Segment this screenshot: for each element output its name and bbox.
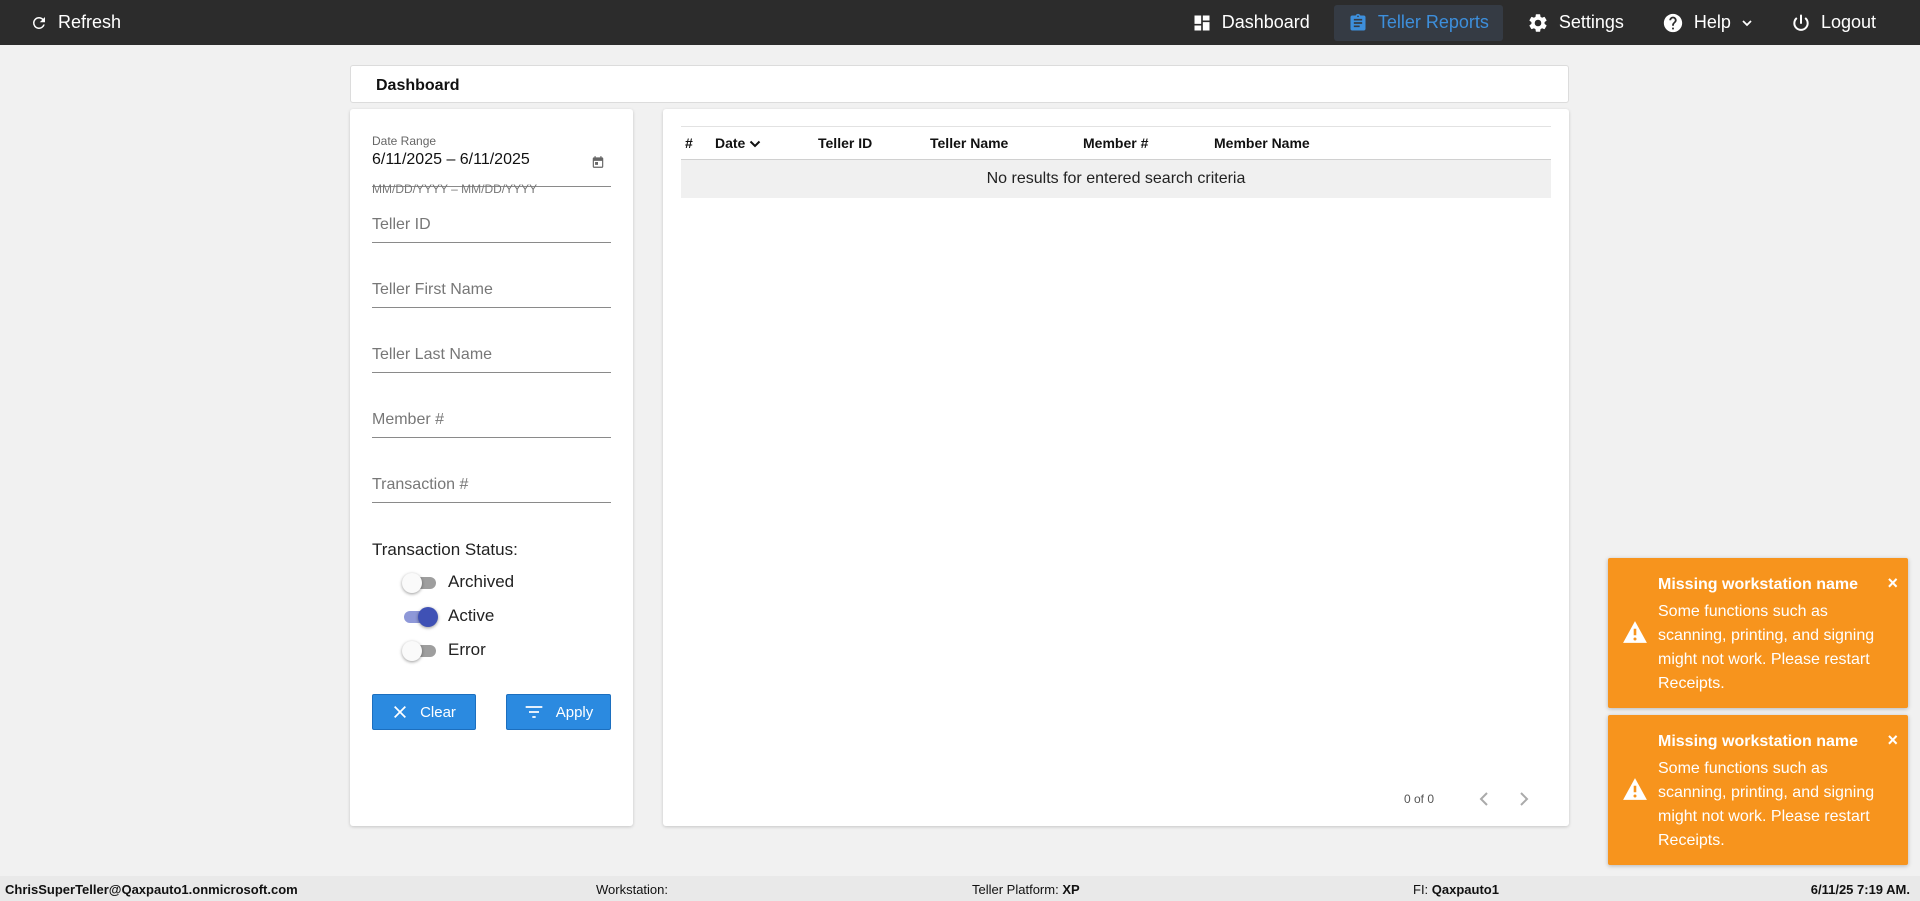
toast-close-button[interactable]: × bbox=[1887, 574, 1898, 592]
archived-toggle[interactable] bbox=[402, 571, 436, 593]
warning-icon bbox=[1622, 777, 1648, 806]
apply-button[interactable]: Apply bbox=[506, 694, 611, 730]
pager-text: 0 of 0 bbox=[1403, 792, 1434, 806]
member-number-input[interactable]: Member # bbox=[372, 411, 611, 438]
chevron-down-icon bbox=[1742, 19, 1752, 26]
nav-teller-reports[interactable]: Teller Reports bbox=[1333, 4, 1503, 41]
filter-panel: Date Range 6/11/2025 – 6/11/2025 MM/DD/Y… bbox=[350, 109, 633, 826]
warning-icon bbox=[1622, 620, 1648, 649]
toast-missing-workstation: Missing workstation name Some functions … bbox=[1608, 715, 1908, 865]
refresh-button[interactable]: Refresh bbox=[30, 0, 121, 45]
clear-label: Clear bbox=[420, 703, 456, 721]
power-icon bbox=[1793, 14, 1809, 31]
date-format-hint: MM/DD/YYYY – MM/DD/YYYY bbox=[372, 182, 538, 196]
chevron-right-icon bbox=[1520, 792, 1529, 806]
column-header-member-name[interactable]: Member Name bbox=[1214, 127, 1310, 159]
nav-help-label: Help bbox=[1693, 12, 1731, 32]
footer-user: ChrisSuperTeller@Qaxpauto1.onmicrosoft.c… bbox=[5, 882, 298, 897]
table-header: # Date Teller ID Teller Name Member # Me… bbox=[681, 126, 1551, 160]
status-footer: ChrisSuperTeller@Qaxpauto1.onmicrosoft.c… bbox=[0, 876, 1920, 901]
refresh-label: Refresh bbox=[58, 12, 122, 32]
toast-message: Some functions such as scanning, printin… bbox=[1658, 603, 1875, 692]
top-bar: Refresh Dashboard Teller Reports Setting… bbox=[0, 0, 1920, 45]
transaction-number-input[interactable]: Transaction # bbox=[372, 476, 611, 503]
transaction-status-label: Transaction Status: bbox=[372, 540, 518, 559]
footer-teller-platform: Teller Platform: XP bbox=[972, 882, 1080, 897]
footer-fi: FI: Qaxpauto1 bbox=[1413, 882, 1499, 897]
transaction-number-placeholder: Transaction # bbox=[372, 476, 469, 493]
footer-workstation: Workstation: bbox=[596, 882, 669, 897]
teller-id-placeholder: Teller ID bbox=[372, 216, 431, 233]
status-archived-row: Archived bbox=[402, 571, 514, 593]
error-label: Error bbox=[448, 640, 486, 659]
toast-message: Some functions such as scanning, printin… bbox=[1658, 760, 1875, 849]
main-nav: Dashboard Teller Reports Settings Help L… bbox=[1168, 0, 1890, 45]
column-header-teller-name[interactable]: Teller Name bbox=[930, 127, 1008, 159]
nav-help[interactable]: Help bbox=[1648, 5, 1767, 41]
status-error-row: Error bbox=[402, 639, 486, 661]
nav-teller-reports-label: Teller Reports bbox=[1377, 12, 1489, 32]
nav-settings[interactable]: Settings bbox=[1513, 5, 1638, 41]
active-toggle[interactable] bbox=[402, 605, 438, 627]
column-header-date[interactable]: Date bbox=[715, 127, 761, 159]
next-page-button[interactable] bbox=[1511, 786, 1537, 812]
status-active-row: Active bbox=[402, 605, 494, 627]
nav-logout-label: Logout bbox=[1820, 12, 1876, 32]
column-header-teller-id[interactable]: Teller ID bbox=[818, 127, 872, 159]
error-toggle[interactable] bbox=[402, 639, 436, 661]
teller-last-name-input[interactable]: Teller Last Name bbox=[372, 346, 611, 373]
nav-dashboard[interactable]: Dashboard bbox=[1178, 5, 1324, 41]
toast-title: Missing workstation name bbox=[1658, 576, 1859, 593]
nav-dashboard-label: Dashboard bbox=[1221, 12, 1310, 32]
toast-title: Missing workstation name bbox=[1658, 733, 1859, 750]
column-header-number[interactable]: # bbox=[685, 127, 693, 159]
sort-desc-icon bbox=[749, 128, 761, 160]
empty-results-message: No results for entered search criteria bbox=[681, 160, 1551, 198]
page-header: Dashboard bbox=[350, 65, 1569, 103]
active-label: Active bbox=[448, 606, 495, 625]
toast-missing-workstation: Missing workstation name Some functions … bbox=[1608, 558, 1908, 708]
teller-last-name-placeholder: Teller Last Name bbox=[372, 346, 493, 363]
date-range-label: Date Range bbox=[372, 134, 437, 148]
dashboard-icon bbox=[1194, 15, 1210, 30]
nav-settings-label: Settings bbox=[1558, 12, 1624, 32]
date-range-value[interactable]: 6/11/2025 – 6/11/2025 bbox=[372, 151, 530, 169]
page-title: Dashboard bbox=[376, 77, 460, 94]
clipboard-icon bbox=[1350, 13, 1366, 31]
teller-first-name-placeholder: Teller First Name bbox=[372, 281, 493, 298]
calendar-icon[interactable] bbox=[591, 155, 605, 174]
gear-icon bbox=[1529, 13, 1547, 32]
teller-id-input[interactable]: Teller ID bbox=[372, 216, 611, 243]
close-icon bbox=[394, 706, 407, 718]
toast-close-button[interactable]: × bbox=[1887, 731, 1898, 749]
results-panel: # Date Teller ID Teller Name Member # Me… bbox=[663, 109, 1569, 826]
chevron-left-icon bbox=[1479, 792, 1488, 806]
help-icon bbox=[1663, 13, 1683, 32]
member-number-placeholder: Member # bbox=[372, 411, 445, 428]
column-header-member-number[interactable]: Member # bbox=[1083, 127, 1148, 159]
refresh-icon bbox=[32, 16, 45, 29]
apply-label: Apply bbox=[555, 703, 594, 721]
teller-first-name-input[interactable]: Teller First Name bbox=[372, 281, 611, 308]
archived-label: Archived bbox=[448, 572, 515, 591]
previous-page-button[interactable] bbox=[1471, 786, 1497, 812]
clear-button[interactable]: Clear bbox=[372, 694, 476, 730]
nav-logout[interactable]: Logout bbox=[1777, 5, 1890, 41]
filter-icon bbox=[525, 706, 543, 718]
footer-datetime: 6/11/25 7:19 AM. bbox=[1810, 882, 1910, 897]
